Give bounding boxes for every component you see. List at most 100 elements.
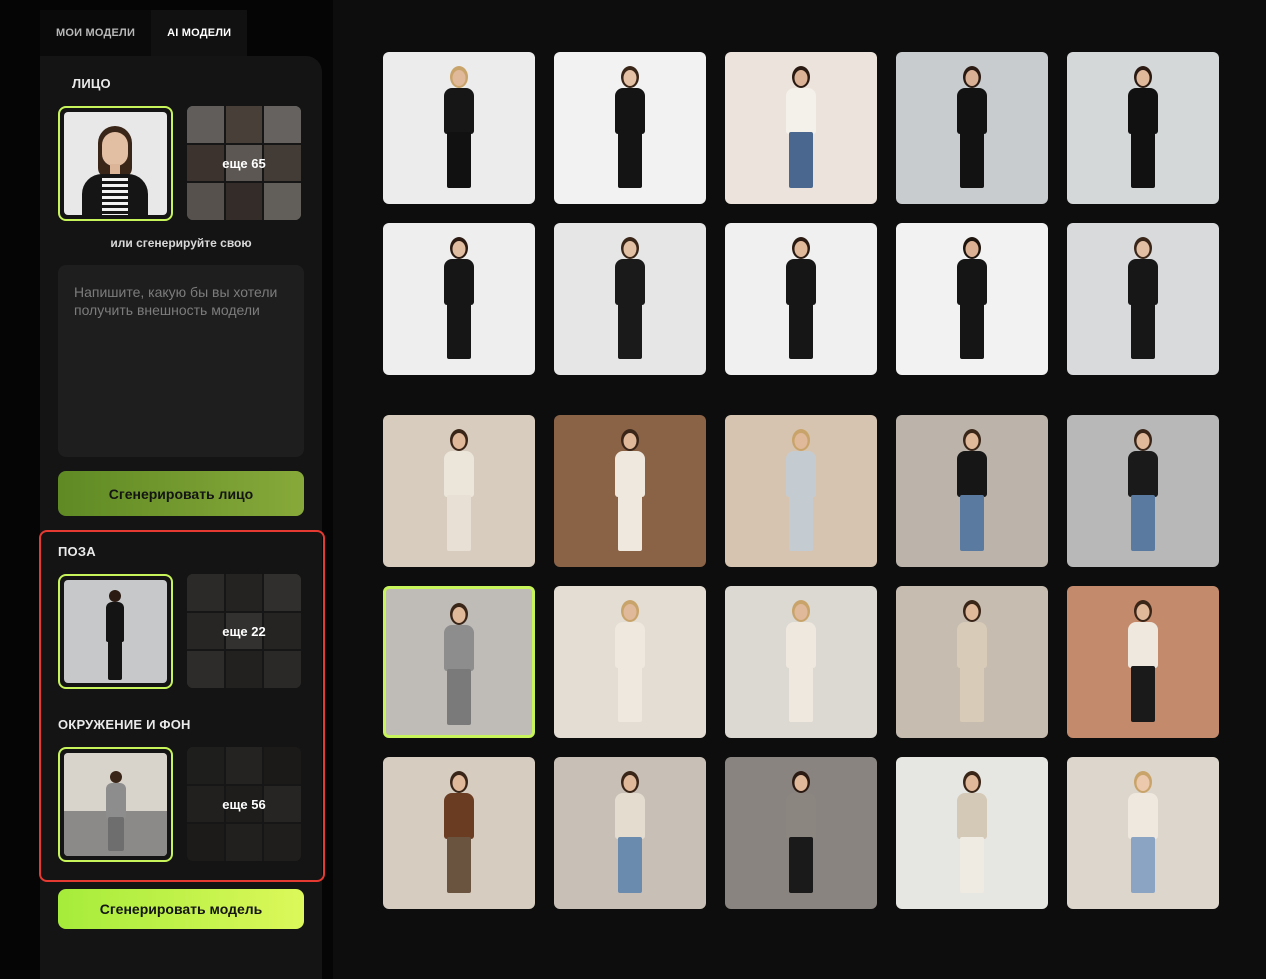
gallery-image-scene-city-street-plaid[interactable] — [383, 586, 535, 738]
model-head — [794, 604, 808, 620]
gallery-image-scene-white-building[interactable] — [725, 586, 877, 738]
gallery-image-model-black-blazer[interactable] — [383, 52, 535, 204]
model-figure — [429, 415, 489, 567]
environment-section-title: ОКРУЖЕНИЕ И ФОН — [58, 717, 191, 732]
more-environments-button[interactable]: еще 56 — [187, 747, 301, 861]
model-top — [444, 259, 474, 305]
model-tabs: МОИ МОДЕЛИ AI МОДЕЛИ — [40, 10, 248, 56]
model-head — [1136, 241, 1150, 257]
model-head — [965, 70, 979, 86]
selected-pose-thumbnail[interactable] — [58, 574, 173, 689]
selected-face-thumbnail[interactable] — [58, 106, 173, 221]
model-head — [623, 241, 637, 257]
model-head — [965, 241, 979, 257]
model-head — [965, 775, 979, 791]
model-bottom — [618, 837, 642, 893]
gallery-image-scene-kid-blue-dress[interactable] — [1067, 757, 1219, 909]
model-figure — [600, 586, 660, 738]
model-figure — [600, 223, 660, 375]
model-head — [794, 70, 808, 86]
model-top — [786, 793, 816, 839]
model-top — [786, 88, 816, 134]
gallery-image-model-black-dress[interactable] — [383, 223, 535, 375]
model-head — [452, 775, 466, 791]
gallery-image-model-black-tshirt[interactable] — [554, 52, 706, 204]
model-head — [1136, 604, 1150, 620]
gallery-image-model-black-crop-top[interactable] — [896, 223, 1048, 375]
tab-my-models[interactable]: МОИ МОДЕЛИ — [40, 10, 152, 56]
gallery-image-model-sitting-chair[interactable] — [725, 52, 877, 204]
gallery-image-model-black-knit-dress[interactable] — [725, 223, 877, 375]
model-head — [965, 604, 979, 620]
model-bottom — [789, 132, 813, 188]
gallery-image-model-black-jumpsuit[interactable] — [896, 52, 1048, 204]
model-top — [957, 259, 987, 305]
model-head — [794, 241, 808, 257]
model-head — [1136, 70, 1150, 86]
model-figure — [771, 52, 831, 204]
model-bottom — [1131, 132, 1155, 188]
model-bottom — [960, 666, 984, 722]
more-poses-button[interactable]: еще 22 — [187, 574, 301, 688]
gallery-image-scene-old-street-jeans[interactable] — [896, 415, 1048, 567]
generate-model-button[interactable]: Сгенерировать модель — [58, 889, 304, 929]
gallery-image-scene-marble-hall[interactable] — [725, 415, 877, 567]
model-head — [452, 70, 466, 86]
model-figure — [771, 757, 831, 909]
gallery-image-scene-gate-poncho[interactable] — [725, 757, 877, 909]
model-figure — [942, 757, 1002, 909]
model-head — [623, 70, 637, 86]
model-head — [623, 433, 637, 449]
model-figure — [600, 52, 660, 204]
model-top — [957, 793, 987, 839]
or-generate-text: или сгенерируйте свою — [110, 236, 252, 250]
model-top — [615, 793, 645, 839]
gallery-image-model-black-coat-pose[interactable] — [1067, 223, 1219, 375]
model-figure — [1113, 52, 1173, 204]
gallery-image-scene-plaid-skirt[interactable] — [383, 757, 535, 909]
model-figure — [771, 586, 831, 738]
model-figure — [942, 223, 1002, 375]
face-portrait-image — [64, 112, 167, 215]
gallery-image-scene-studio-coat[interactable] — [1067, 415, 1219, 567]
more-faces-label: еще 65 — [187, 106, 301, 220]
more-environments-label: еще 56 — [187, 747, 301, 861]
gallery-image-scene-terracotta-wall[interactable] — [1067, 586, 1219, 738]
model-top — [615, 622, 645, 668]
gallery-image-scene-beige-trench[interactable] — [896, 586, 1048, 738]
model-top — [444, 451, 474, 497]
model-figure — [942, 52, 1002, 204]
gallery-image-model-black-gown[interactable] — [1067, 52, 1219, 204]
pose-image — [64, 580, 167, 683]
gallery-image-scene-old-town-jeans[interactable] — [554, 757, 706, 909]
gallery-image-scene-forest-path[interactable] — [554, 415, 706, 567]
model-figure — [1113, 223, 1173, 375]
model-figure — [600, 415, 660, 567]
model-figure — [771, 415, 831, 567]
model-figure — [1113, 415, 1173, 567]
more-poses-label: еще 22 — [187, 574, 301, 688]
selected-environment-thumbnail[interactable] — [58, 747, 173, 862]
face-prompt-input[interactable] — [58, 265, 304, 457]
tab-ai-models[interactable]: AI МОДЕЛИ — [151, 10, 248, 56]
gallery-image-model-black-wrap-dress[interactable] — [554, 223, 706, 375]
model-figure — [942, 586, 1002, 738]
more-faces-button[interactable]: еще 65 — [187, 106, 301, 220]
generate-face-button[interactable]: Сгенерировать лицо — [58, 471, 304, 516]
face-section-title: ЛИЦО — [72, 76, 111, 91]
model-figure — [942, 415, 1002, 567]
model-head — [452, 607, 466, 623]
model-bottom — [789, 666, 813, 722]
model-top — [615, 451, 645, 497]
model-bottom — [1131, 495, 1155, 551]
model-figure — [1113, 586, 1173, 738]
model-bottom — [447, 837, 471, 893]
gallery-image-scene-white-corridor[interactable] — [383, 415, 535, 567]
gallery-image-scene-white-wall-sweater[interactable] — [554, 586, 706, 738]
model-bottom — [960, 495, 984, 551]
model-top — [615, 88, 645, 134]
model-figure — [771, 223, 831, 375]
gallery-image-scene-bright-room-coat[interactable] — [896, 757, 1048, 909]
model-top — [615, 259, 645, 305]
model-top — [444, 793, 474, 839]
